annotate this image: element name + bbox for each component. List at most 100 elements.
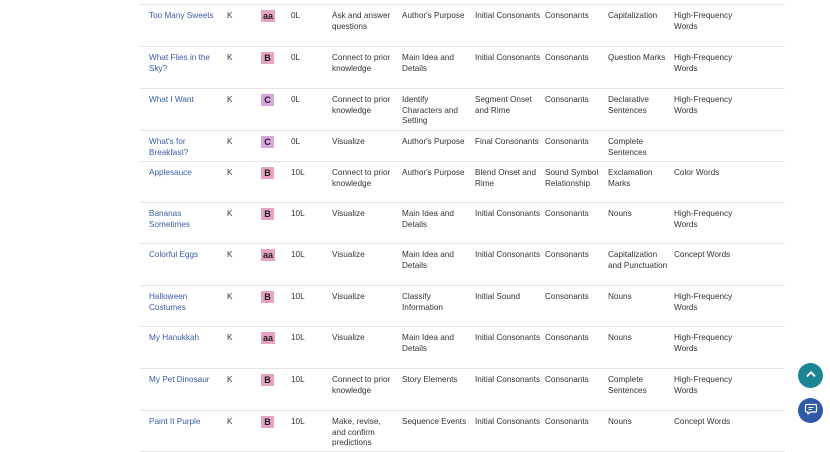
table-row: Halloween Costumes K B 10L Visualize Classify… — [140, 286, 785, 327]
strategy-cell: Story Elements — [402, 375, 458, 384]
vocabulary-cell: High-Frequency Words — [674, 11, 733, 31]
vocabulary-cell: High-Frequency Words — [674, 333, 733, 353]
grade-cell: K — [227, 209, 233, 218]
grammar-cell: Nouns — [608, 209, 632, 218]
lexile-cell: 10L — [291, 375, 305, 384]
word-work-cell: Sound Symbol Relationship — [545, 168, 599, 188]
grade-cell: K — [227, 375, 233, 384]
word-work-cell: Consonants — [545, 53, 589, 62]
table-row: What Flies in the Sky? K B 0L Connect to pri… — [140, 47, 785, 89]
book-list-table: Too Many Sweets Kaa 0L Ask and answer quest… — [140, 0, 785, 452]
comprehension-cell: Ask and answer questions — [332, 11, 391, 31]
vocabulary-cell: Concept Words — [674, 417, 731, 426]
lexile-cell: 0L — [291, 53, 301, 62]
scroll-to-top-button[interactable] — [798, 363, 823, 388]
table-row: Applesauce K B 10L Connect to prior knowledg… — [140, 162, 785, 203]
strategy-cell: Author's Purpose — [402, 168, 465, 177]
chevron-up-icon — [805, 368, 817, 384]
strategy-cell: Main Idea and Details — [402, 209, 454, 229]
strategy-cell: Author's Purpose — [402, 137, 465, 146]
grade-cell: K — [227, 417, 233, 426]
phonics-cell: Initial Consonants — [475, 11, 541, 20]
phonics-cell: Initial Consonants — [475, 53, 541, 62]
grade-cell: K — [227, 95, 233, 104]
word-work-cell: Consonants — [545, 209, 589, 218]
comprehension-cell: Connect to prior knowledge — [332, 168, 391, 188]
lexile-cell: 10L — [291, 417, 305, 426]
level-badge: B — [261, 52, 274, 64]
table-body: Too Many Sweets Kaa 0L Ask and answer quest… — [140, 5, 785, 452]
grammar-cell: Question Marks — [608, 53, 666, 62]
phonics-cell: Initial Consonants — [475, 250, 541, 259]
level-badge: B — [261, 374, 274, 386]
phonics-cell: Final Consonants — [475, 137, 539, 146]
level-cell: B — [261, 167, 274, 180]
word-work-cell: Consonants — [545, 11, 589, 20]
word-work-cell: Consonants — [545, 250, 589, 259]
table-row: What's for Breakfast? K C 0L Visualize Author… — [140, 131, 785, 162]
level-cell: B — [261, 374, 274, 387]
book-title-link[interactable]: Colorful Eggs — [149, 250, 219, 261]
grade-cell: K — [227, 168, 233, 177]
grade-cell: K — [227, 292, 233, 301]
word-work-cell: Consonants — [545, 333, 589, 342]
lexile-cell: 0L — [291, 11, 301, 20]
vocabulary-cell: High-Frequency Words — [674, 95, 733, 115]
strategy-cell: Author's Purpose — [402, 11, 465, 20]
phonics-cell: Initial Consonants — [475, 209, 541, 218]
grammar-cell: Capitalization and Punctuation — [608, 250, 668, 270]
book-title-link[interactable]: My Pet Dinosaur — [149, 375, 219, 386]
table-row: Too Many Sweets Kaa 0L Ask and answer quest… — [140, 5, 785, 47]
comprehension-cell: Visualize — [332, 209, 365, 218]
phonics-cell: Segment Onset and Rime — [475, 95, 532, 115]
book-title-link[interactable]: Halloween Costumes — [149, 292, 219, 313]
word-work-cell: Consonants — [545, 95, 589, 104]
table-row: My Hanukkah Kaa 10L Visualize Main Idea and … — [140, 327, 785, 369]
grammar-cell: Complete Sentences — [608, 375, 647, 395]
comprehension-cell: Visualize — [332, 333, 365, 342]
book-title-link[interactable]: Applesauce — [149, 168, 219, 179]
book-title-link[interactable]: My Hanukkah — [149, 333, 219, 344]
vocabulary-cell: High-Frequency Words — [674, 375, 733, 395]
strategy-cell: Main Idea and Details — [402, 53, 454, 73]
phonics-cell: Initial Consonants — [475, 333, 541, 342]
lexile-cell: 10L — [291, 250, 305, 259]
grade-cell: K — [227, 53, 233, 62]
comprehension-cell: Visualize — [332, 250, 365, 259]
grammar-cell: Exclamation Marks — [608, 168, 653, 188]
book-title-link[interactable]: Bananas Sometimes — [149, 209, 219, 230]
lexile-cell: 0L — [291, 137, 301, 146]
book-title-link[interactable]: Too Many Sweets — [149, 11, 219, 22]
comprehension-cell: Make, revise, and confirm predictions — [332, 417, 381, 447]
vocabulary-cell: High-Frequency Words — [674, 292, 733, 312]
vocabulary-cell: High-Frequency Words — [674, 53, 733, 73]
level-badge: B — [261, 291, 274, 303]
book-title-link[interactable]: What I Want — [149, 95, 219, 106]
table-row: Colorful Eggs Kaa 10L Visualize Main Idea an… — [140, 244, 785, 286]
word-work-cell: Consonants — [545, 417, 589, 426]
table-row: My Pet Dinosaur K B 10L Connect to prior kno… — [140, 369, 785, 411]
level-cell: B — [261, 52, 274, 65]
level-cell: B — [261, 416, 274, 429]
grade-cell: K — [227, 250, 233, 259]
level-cell: aa — [261, 332, 276, 345]
chat-button[interactable] — [798, 398, 823, 423]
comprehension-cell: Connect to prior knowledge — [332, 375, 391, 395]
grammar-cell: Nouns — [608, 292, 632, 301]
table-row: Bananas Sometimes K B 10L Visualize Main Idea… — [140, 203, 785, 244]
level-cell: C — [261, 94, 274, 107]
level-cell: B — [261, 208, 274, 221]
word-work-cell: Consonants — [545, 137, 589, 146]
strategy-cell: Sequence Events — [402, 417, 467, 426]
word-work-cell: Consonants — [545, 292, 589, 301]
lexile-cell: 10L — [291, 292, 305, 301]
level-cell: aa — [261, 249, 276, 262]
vocabulary-cell: Color Words — [674, 168, 720, 177]
book-title-link[interactable]: Paint It Purple — [149, 417, 219, 428]
book-title-link[interactable]: What Flies in the Sky? — [149, 53, 219, 74]
book-title-link[interactable]: What's for Breakfast? — [149, 137, 219, 158]
grammar-cell: Nouns — [608, 417, 632, 426]
strategy-cell: Main Idea and Details — [402, 333, 454, 353]
level-badge: C — [261, 94, 274, 106]
comprehension-cell: Visualize — [332, 137, 365, 146]
